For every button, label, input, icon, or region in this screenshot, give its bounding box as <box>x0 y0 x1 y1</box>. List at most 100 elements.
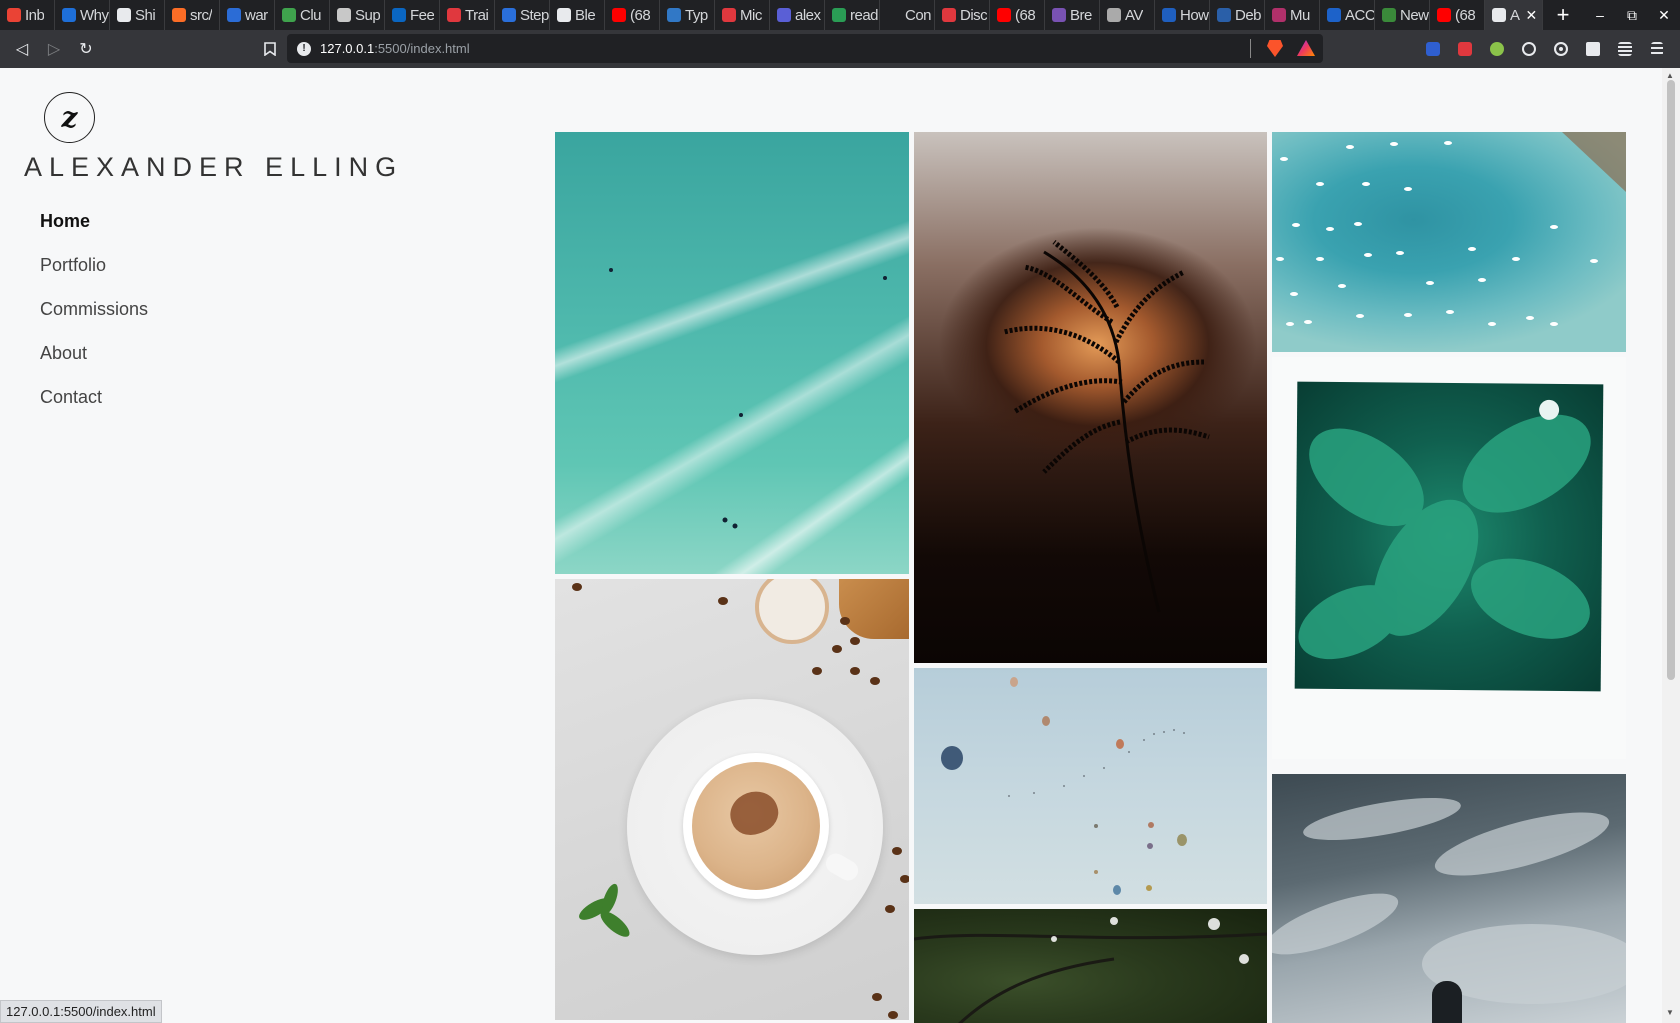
extension-target-icon[interactable] <box>1545 30 1577 68</box>
gallery-image-cloudy-sky[interactable] <box>1272 774 1626 1023</box>
brave-rewards-icon[interactable] <box>1297 40 1315 56</box>
tab-title: Step <box>520 6 549 24</box>
browser-tab[interactable]: Step <box>495 0 550 30</box>
nav-link-commissions[interactable]: Commissions <box>40 287 148 331</box>
url-text[interactable]: 127.0.0.1:5500/index.html <box>320 41 470 56</box>
address-bar[interactable]: ! 127.0.0.1:5500/index.html <box>287 34 1323 63</box>
gallery-image-balloons[interactable] <box>914 668 1267 904</box>
openai-icon <box>337 8 351 22</box>
bookmark-icon <box>264 42 276 56</box>
browser-tab[interactable]: Trai <box>440 0 495 30</box>
gallery-image-leaves[interactable] <box>1272 357 1626 759</box>
menu-icon[interactable] <box>1641 30 1673 68</box>
scroll-up-arrow[interactable]: ▲ <box>1666 71 1674 80</box>
nav-link-about[interactable]: About <box>40 331 148 375</box>
browser-tab[interactable]: war <box>220 0 275 30</box>
browser-tab[interactable]: read <box>825 0 880 30</box>
url-host: 127.0.0.1 <box>320 41 375 56</box>
bookmark-button[interactable] <box>254 33 286 65</box>
browser-tab[interactable]: src/ <box>165 0 220 30</box>
browser-tab[interactable]: A ✕ <box>1485 0 1543 30</box>
lambda-icon <box>722 8 736 22</box>
browser-tab[interactable]: Clu <box>275 0 330 30</box>
gitlab-icon <box>172 8 186 22</box>
gallery-image-waves[interactable] <box>555 132 909 574</box>
browser-tab[interactable]: New <box>1375 0 1430 30</box>
browser-tab[interactable]: Ble <box>550 0 605 30</box>
balloons-shapes <box>941 677 1187 895</box>
site-info-icon[interactable]: ! <box>297 41 311 56</box>
spiral-icon <box>1107 8 1121 22</box>
browser-tab[interactable]: AV <box>1100 0 1155 30</box>
linkedin-icon <box>392 8 406 22</box>
tab-title: AV <box>1125 6 1143 24</box>
site-logo[interactable]: z <box>44 92 95 143</box>
tab-title: Trai <box>465 6 489 24</box>
nav-link-contact[interactable]: Contact <box>40 375 148 419</box>
browser-tab[interactable]: Fee <box>385 0 440 30</box>
restore-button[interactable]: ⧉ <box>1616 0 1648 30</box>
browser-tab[interactable]: Mic <box>715 0 770 30</box>
browser-tab[interactable]: Mu <box>1265 0 1320 30</box>
tab-title: New <box>1400 6 1429 24</box>
browser-tab[interactable]: (68 <box>1430 0 1485 30</box>
surfers-figures <box>609 268 887 529</box>
back-button[interactable]: ◁ <box>6 33 38 65</box>
scroll-down-arrow[interactable]: ▼ <box>1666 1008 1674 1017</box>
nav-link-home[interactable]: Home <box>40 199 148 243</box>
gallery-image-tree[interactable] <box>914 909 1267 1023</box>
playlist-icon[interactable] <box>1609 30 1641 68</box>
new-tab-button[interactable]: + <box>1543 0 1583 30</box>
browser-tab[interactable]: Bre <box>1045 0 1100 30</box>
bracket-icon <box>1162 8 1176 22</box>
gallery-image-reed-sunset[interactable] <box>914 132 1267 663</box>
gmail-icon <box>7 8 21 22</box>
tab-title: Shi <box>135 6 156 24</box>
scrollbar-thumb[interactable] <box>1667 80 1675 680</box>
browser-tab[interactable]: (68 <box>990 0 1045 30</box>
extension-shield-icon[interactable] <box>1417 30 1449 68</box>
page-scrollbar[interactable]: ▲ ▼ <box>1662 68 1680 1023</box>
person-figure <box>1432 981 1462 1023</box>
puzzle-icon[interactable] <box>1577 30 1609 68</box>
tab-title: (68 <box>1015 6 1036 24</box>
leaves-photo <box>1294 381 1604 692</box>
chat-icon <box>62 8 76 22</box>
browser-tab[interactable]: Sup <box>330 0 385 30</box>
tab-title: Inb <box>25 6 45 24</box>
extension-video-icon[interactable] <box>1449 30 1481 68</box>
tab-list: Inb Why Shi src/war Clu Sup Fee Trai Step Ble (68 T… <box>0 0 1543 30</box>
tab-title: Typ <box>685 6 708 24</box>
site-title[interactable]: ALEXANDER ELLING <box>24 152 403 183</box>
browser-tab[interactable]: (68 <box>605 0 660 30</box>
browser-tab[interactable]: Why <box>55 0 110 30</box>
extensions-area <box>1417 30 1673 68</box>
browser-tab[interactable]: alex <box>770 0 825 30</box>
browser-tab[interactable]: ACC <box>1320 0 1375 30</box>
reload-button[interactable]: ↻ <box>70 33 102 65</box>
gallery-image-aerial-boats[interactable] <box>1272 132 1626 352</box>
tab-title: (68 <box>1455 6 1476 24</box>
gallery-image-coffee[interactable] <box>555 579 909 1020</box>
browser-tab[interactable]: Inb <box>0 0 55 30</box>
tab-close-icon[interactable]: ✕ <box>1526 7 1538 24</box>
browser-tab[interactable]: Disc <box>935 0 990 30</box>
browser-tab[interactable]: Deb <box>1210 0 1265 30</box>
close-window-button[interactable]: ✕ <box>1648 0 1680 30</box>
browser-tab[interactable]: Typ <box>660 0 715 30</box>
nav-link-portfolio[interactable]: Portfolio <box>40 243 148 287</box>
bootstrap-icon <box>1052 8 1066 22</box>
brave-shields-icon[interactable] <box>1267 40 1283 57</box>
lambda-icon <box>942 8 956 22</box>
tab-title: Con <box>905 6 932 24</box>
ts-icon <box>667 8 681 22</box>
browser-tab[interactable]: Con <box>880 0 935 30</box>
browser-tab[interactable]: How <box>1155 0 1210 30</box>
extension-leaf-icon[interactable] <box>1481 30 1513 68</box>
forward-button[interactable]: ▷ <box>38 33 70 65</box>
reed-silhouette <box>1003 240 1210 613</box>
tab-title: A <box>1510 6 1520 24</box>
extension-gear-icon[interactable] <box>1513 30 1545 68</box>
browser-tab[interactable]: Shi <box>110 0 165 30</box>
minimize-button[interactable]: – <box>1584 0 1616 30</box>
